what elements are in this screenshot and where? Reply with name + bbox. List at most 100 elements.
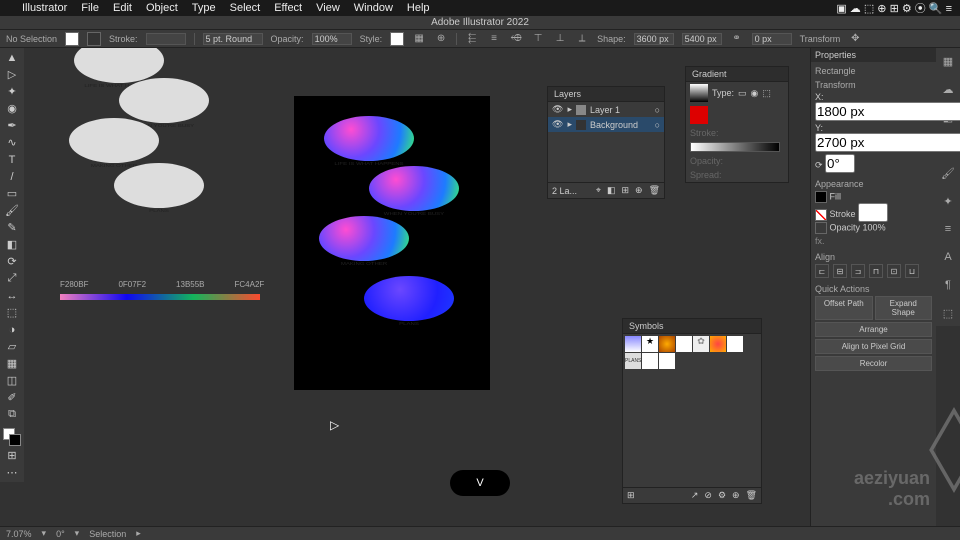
symbols-icon[interactable]: ✦ [939,192,957,210]
visibility-icon[interactable]: 👁 [552,104,563,115]
layer-name[interactable]: Layer 1 [590,105,620,115]
target-icon[interactable]: ○ [655,105,660,115]
radial-icon[interactable]: ◉ [751,88,759,99]
grey-disc[interactable]: PLANS [114,163,204,208]
symbol-item[interactable] [676,336,692,352]
break-link-icon[interactable]: ⊘ [704,490,712,501]
menu-help[interactable]: Help [407,2,430,14]
locate-icon[interactable]: ⌖ [596,185,601,196]
sublayer-icon[interactable]: ⊞ [621,185,629,196]
curvature-tool[interactable]: ∿ [2,135,22,150]
eraser-tool[interactable]: ◧ [2,237,22,252]
expand-shape-button[interactable]: Expand Shape [875,296,933,320]
line-tool[interactable]: / [2,169,22,184]
stroke-icon[interactable]: ≡ [939,220,957,238]
selection-tool[interactable]: ▲ [2,50,22,65]
stroke-weight-input[interactable] [146,33,186,45]
target-icon[interactable]: ○ [655,120,660,130]
align-top-icon[interactable]: ⊓ [869,264,883,278]
stroke-profile-input[interactable] [203,33,263,45]
link-wh-icon[interactable]: ⚭ [730,32,744,46]
expand-icon[interactable]: ▸ [567,119,572,130]
fill-swatch[interactable] [65,32,79,46]
style-swatch[interactable] [390,32,404,46]
align-right-icon[interactable]: ⬲ [509,32,523,46]
symbol-item[interactable] [642,353,658,369]
color-disc[interactable]: PLANS [364,276,454,321]
menu-object[interactable]: Object [146,2,178,14]
align-center-icon[interactable]: ≡ [487,32,501,46]
paragraph-icon[interactable]: ¶ [939,276,957,294]
align-bottom-icon[interactable]: ⊔ [905,264,919,278]
y-input[interactable] [815,133,960,152]
layer-row[interactable]: 👁 ▸ Layer 1 ○ [548,102,664,117]
edit-toolbar-icon[interactable]: ⋯ [2,465,22,480]
symbol-item[interactable] [659,353,675,369]
symbols-panel[interactable]: Symbols ★ ✿ PLANS ⊞ ↗ ⊘ ⚙ ⊕ 🗑 [622,318,762,504]
symbol-item[interactable] [727,336,743,352]
mesh-tool[interactable]: ▦ [2,356,22,371]
symbol-item[interactable]: PLANS [625,353,641,369]
type-tool[interactable]: T [2,152,22,167]
color-disc[interactable]: WHEN YOU'RE BUSY [369,166,459,211]
menu-view[interactable]: View [316,2,340,14]
stroke-swatch[interactable] [87,32,101,46]
gradient-panel[interactable]: Gradient Type: ▭ ◉ ⬚ Stroke: Opacity: Sp… [685,66,789,183]
fill-stroke-colorbox[interactable] [3,428,21,446]
direct-selection-tool[interactable]: ▷ [2,67,22,82]
delete-symbol-icon[interactable]: 🗑 [746,490,757,501]
align-vcenter-icon[interactable]: ⊡ [887,264,901,278]
blend-tool[interactable]: ⧉ [2,407,22,422]
rectangle-tool[interactable]: ▭ [2,186,22,201]
expand-icon[interactable]: ▸ [567,104,572,115]
rotate-status[interactable]: 0° [56,529,65,539]
magic-wand-tool[interactable]: ✦ [2,84,22,99]
layers-panel[interactable]: Layers 👁 ▸ Layer 1 ○ 👁 ▸ Background ○ 2 … [547,86,665,199]
artboard[interactable]: LIFE IS WHAT HAPPENS WHEN YOU'RE BUSY MA… [294,96,490,390]
scale-tool[interactable]: ⤢ [2,271,22,286]
align-hcenter-icon[interactable]: ⊟ [833,264,847,278]
stroke-color-swatch[interactable] [815,209,827,221]
align-pixel-button[interactable]: Align to Pixel Grid [815,339,932,354]
symbol-options-icon[interactable]: ⚙ [718,490,726,501]
menu-file[interactable]: File [81,2,99,14]
align-left-icon[interactable]: ⊏ [815,264,829,278]
artboard-nav-icon[interactable]: ▸ [136,528,141,539]
menu-select[interactable]: Select [230,2,261,14]
new-symbol-icon[interactable]: ⊕ [732,490,740,501]
grey-disc[interactable]: MAKING OTHER [69,118,159,163]
symbol-item[interactable] [625,336,641,352]
layer-row[interactable]: 👁 ▸ Background ○ [548,117,664,132]
canvas-area[interactable]: LIFE IS WHAT HAPPENS WHEN YOU'RE BUSY MA… [24,48,936,526]
color-disc[interactable]: MAKING OTHER [319,216,409,261]
align-top-icon[interactable]: ⊤ [531,32,545,46]
shaper-tool[interactable]: ✎ [2,220,22,235]
grey-disc[interactable]: WHEN YOU'RE BUSY [119,78,209,123]
linear-icon[interactable]: ▭ [738,88,747,99]
grey-disc[interactable]: LIFE IS WHAT HAPPENS [74,48,164,83]
align-left-icon[interactable]: ⬱ [465,32,479,46]
rotate-input[interactable] [825,154,855,173]
symbols-tab[interactable]: Symbols [623,319,761,334]
perspective-tool[interactable]: ▱ [2,339,22,354]
mask-icon[interactable]: ◧ [607,185,616,196]
stroke-weight-input[interactable] [858,203,888,222]
free-transform-tool[interactable]: ⬚ [2,305,22,320]
x-input[interactable] [815,102,960,121]
opacity-input[interactable] [312,33,352,45]
transform-icon[interactable]: ✥ [848,32,862,46]
freeform-icon[interactable]: ⬚ [762,88,771,99]
pen-tool[interactable]: ✒ [2,118,22,133]
menu-type[interactable]: Type [192,2,216,14]
fx-label[interactable]: fx. [815,236,932,246]
place-symbol-icon[interactable]: ↗ [691,490,699,501]
new-layer-icon[interactable]: ⊕ [635,185,643,196]
doc-setup-icon[interactable]: ▦ [412,32,426,46]
align-right-icon[interactable]: ⊐ [851,264,865,278]
gradient-tab[interactable]: Gradient [686,67,788,82]
zoom-level[interactable]: 7.07% [6,529,32,539]
menu-illustrator[interactable]: Illustrator [22,2,67,14]
opacity-value[interactable]: 100% [863,222,886,232]
fill-color-swatch[interactable] [815,191,827,203]
menu-window[interactable]: Window [354,2,393,14]
